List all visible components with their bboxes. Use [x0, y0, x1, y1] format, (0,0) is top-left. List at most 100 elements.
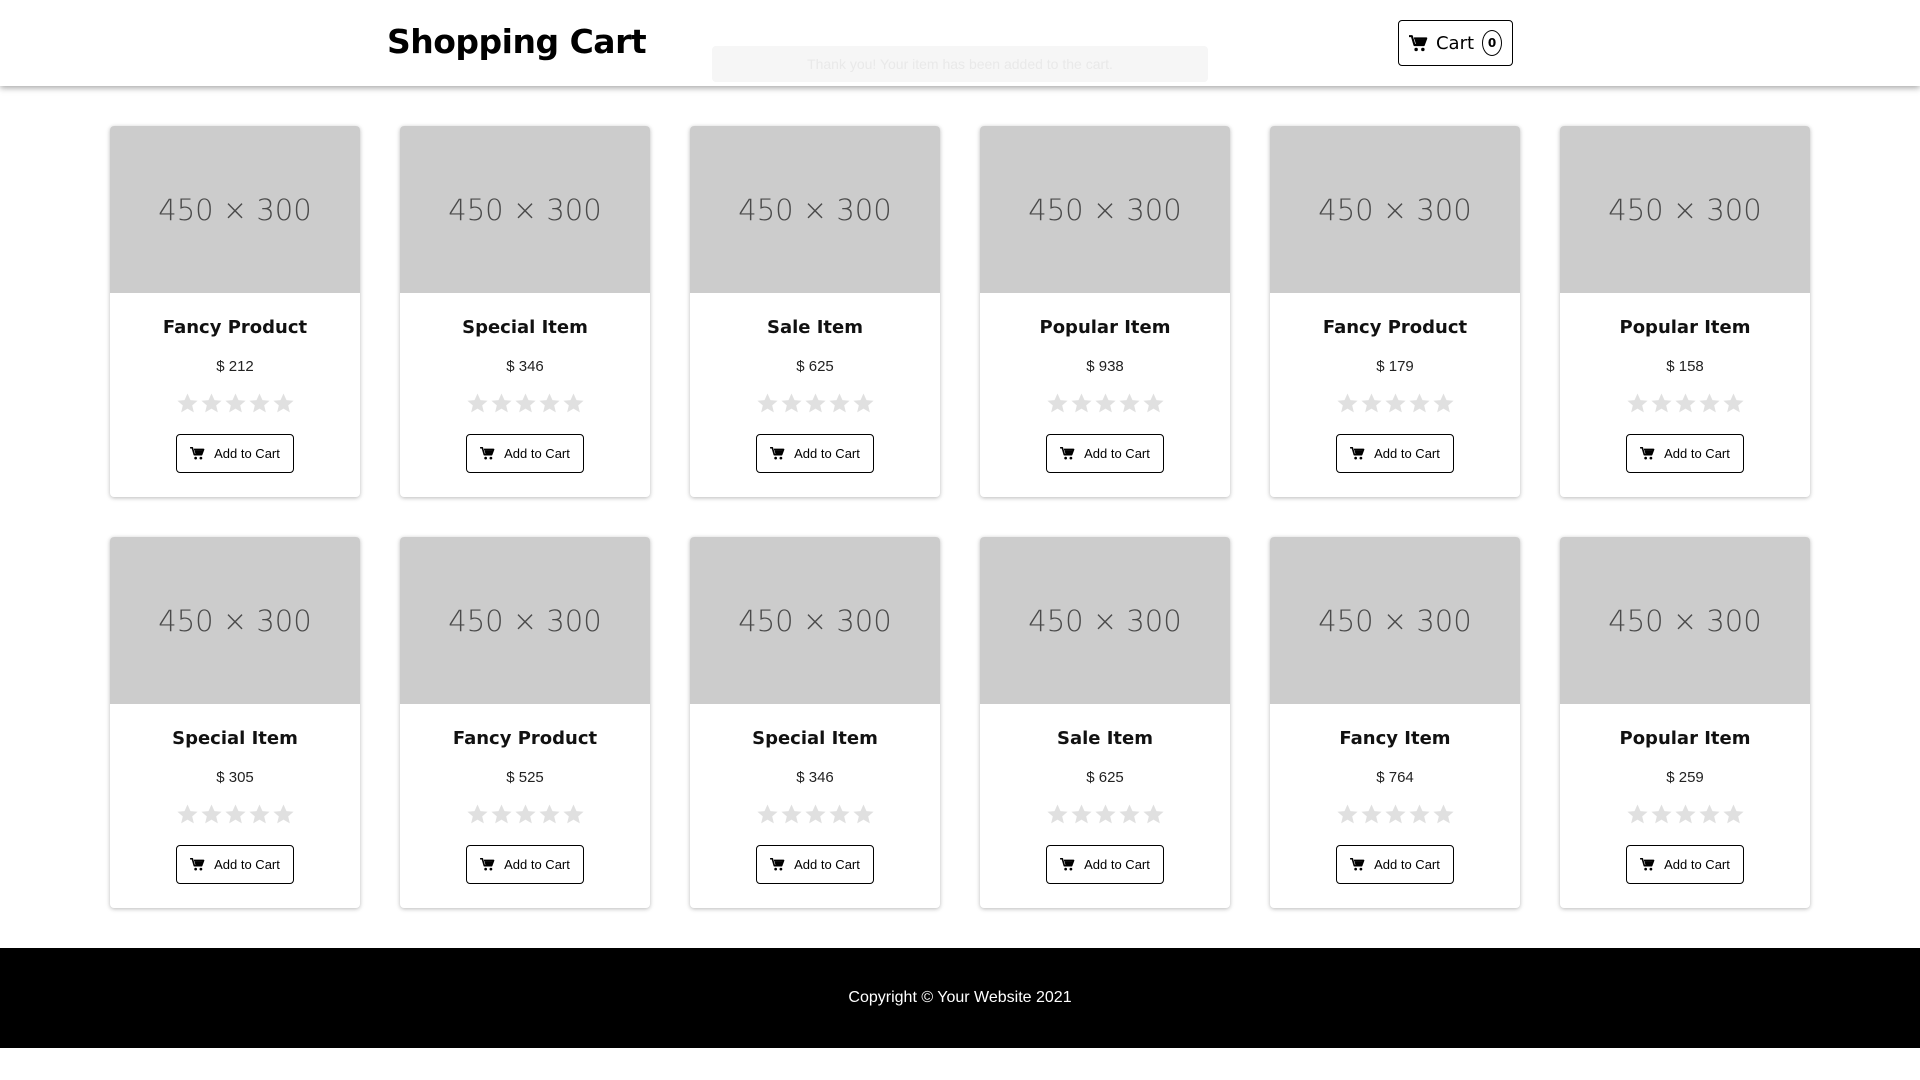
shopping-cart-icon — [1640, 858, 1655, 871]
star-icon — [852, 803, 875, 826]
shopping-cart-icon — [1060, 447, 1075, 460]
add-to-cart-button[interactable]: Add to Cart — [176, 845, 294, 884]
product-card: 450 × 300 Fancy Item $ 764 Add to Cart — [1270, 537, 1520, 908]
add-to-cart-button[interactable]: Add to Cart — [176, 434, 294, 473]
star-icon — [1650, 392, 1673, 415]
add-to-cart-label: Add to Cart — [1084, 446, 1150, 461]
product-image-placeholder: 450 × 300 — [1270, 126, 1520, 293]
add-to-cart-button[interactable]: Add to Cart — [466, 845, 584, 884]
star-icon — [1046, 392, 1069, 415]
star-icon — [538, 392, 561, 415]
star-icon — [1626, 803, 1649, 826]
add-to-cart-button[interactable]: Add to Cart — [1626, 434, 1744, 473]
star-icon — [1432, 392, 1455, 415]
product-image-placeholder: 450 × 300 — [690, 537, 940, 704]
product-card: 450 × 300 Special Item $ 346 Add to Cart — [690, 537, 940, 908]
add-to-cart-button[interactable]: Add to Cart — [1336, 434, 1454, 473]
product-price: $ 346 — [506, 358, 544, 375]
product-image-placeholder: 450 × 300 — [110, 537, 360, 704]
footer: Copyright © Your Website 2021 — [0, 948, 1920, 1048]
star-icon — [1360, 803, 1383, 826]
add-to-cart-label: Add to Cart — [1664, 446, 1730, 461]
product-name: Fancy Product — [162, 317, 308, 338]
star-rating — [1560, 392, 1810, 418]
product-card: 450 × 300 Fancy Product $ 525 Add to Car… — [400, 537, 650, 908]
copyright-text: Copyright © Your Website 2021 — [848, 989, 1072, 1006]
star-icon — [1142, 803, 1165, 826]
star-icon — [1650, 803, 1673, 826]
star-icon — [1722, 803, 1745, 826]
product-card: 450 × 300 Sale Item $ 625 Add to Cart — [690, 126, 940, 497]
star-icon — [176, 392, 199, 415]
product-image-placeholder: 450 × 300 — [1270, 537, 1520, 704]
cart-button[interactable]: Cart 0 — [1398, 20, 1513, 66]
product-price: $ 259 — [1666, 769, 1704, 786]
shopping-cart-icon — [1350, 447, 1365, 460]
top-navbar: Shopping Cart Thank you! Your item has b… — [0, 0, 1920, 86]
star-icon — [1070, 803, 1093, 826]
product-price: $ 938 — [1086, 358, 1124, 375]
star-icon — [1118, 803, 1141, 826]
star-icon — [1408, 392, 1431, 415]
star-icon — [1094, 803, 1117, 826]
star-icon — [780, 392, 803, 415]
star-icon — [466, 803, 489, 826]
product-price: $ 212 — [216, 358, 254, 375]
star-icon — [828, 392, 851, 415]
shopping-cart-icon — [190, 858, 205, 871]
shopping-cart-icon — [480, 447, 495, 460]
star-icon — [1432, 803, 1455, 826]
star-rating — [400, 803, 650, 829]
star-icon — [756, 392, 779, 415]
shopping-cart-icon — [1408, 34, 1428, 52]
add-to-cart-button[interactable]: Add to Cart — [1046, 845, 1164, 884]
star-icon — [538, 803, 561, 826]
product-image-placeholder: 450 × 300 — [980, 126, 1230, 293]
product-card: 450 × 300 Fancy Product $ 212 Add to Car… — [110, 126, 360, 497]
product-name: Fancy Product — [1322, 317, 1468, 338]
star-icon — [562, 392, 585, 415]
star-icon — [490, 392, 513, 415]
star-rating — [1560, 803, 1810, 829]
product-card: 450 × 300 Fancy Product $ 179 Add to Car… — [1270, 126, 1520, 497]
add-to-cart-button[interactable]: Add to Cart — [756, 845, 874, 884]
star-icon — [1142, 392, 1165, 415]
star-icon — [248, 803, 271, 826]
product-card: 450 × 300 Sale Item $ 625 Add to Cart — [980, 537, 1230, 908]
shopping-cart-icon — [770, 858, 785, 871]
product-image-placeholder: 450 × 300 — [690, 126, 940, 293]
add-to-cart-button[interactable]: Add to Cart — [756, 434, 874, 473]
add-to-cart-button[interactable]: Add to Cart — [466, 434, 584, 473]
product-image-placeholder: 450 × 300 — [1560, 537, 1810, 704]
add-to-cart-button[interactable]: Add to Cart — [1626, 845, 1744, 884]
star-icon — [1626, 392, 1649, 415]
product-image-placeholder: 450 × 300 — [400, 537, 650, 704]
product-name: Popular Item — [1619, 317, 1751, 338]
shopping-cart-icon — [480, 858, 495, 871]
product-name: Special Item — [172, 728, 298, 749]
star-icon — [1094, 392, 1117, 415]
star-icon — [1384, 803, 1407, 826]
star-icon — [804, 392, 827, 415]
star-icon — [1408, 803, 1431, 826]
add-to-cart-label: Add to Cart — [794, 857, 860, 872]
star-rating — [690, 392, 940, 418]
product-card: 450 × 300 Special Item $ 346 Add to Cart — [400, 126, 650, 497]
product-card: 450 × 300 Popular Item $ 938 Add to Cart — [980, 126, 1230, 497]
star-icon — [1336, 392, 1359, 415]
star-icon — [1118, 392, 1141, 415]
product-price: $ 625 — [1086, 769, 1124, 786]
star-icon — [1698, 803, 1721, 826]
star-icon — [852, 392, 875, 415]
star-icon — [248, 392, 271, 415]
product-image-placeholder: 450 × 300 — [110, 126, 360, 293]
star-rating — [690, 803, 940, 829]
product-price: $ 764 — [1376, 769, 1414, 786]
star-icon — [1674, 392, 1697, 415]
add-to-cart-button[interactable]: Add to Cart — [1046, 434, 1164, 473]
add-to-cart-button[interactable]: Add to Cart — [1336, 845, 1454, 884]
product-image-placeholder: 450 × 300 — [1560, 126, 1810, 293]
product-name: Sale Item — [1056, 728, 1154, 749]
add-to-cart-label: Add to Cart — [504, 857, 570, 872]
product-name: Fancy Item — [1339, 728, 1451, 749]
